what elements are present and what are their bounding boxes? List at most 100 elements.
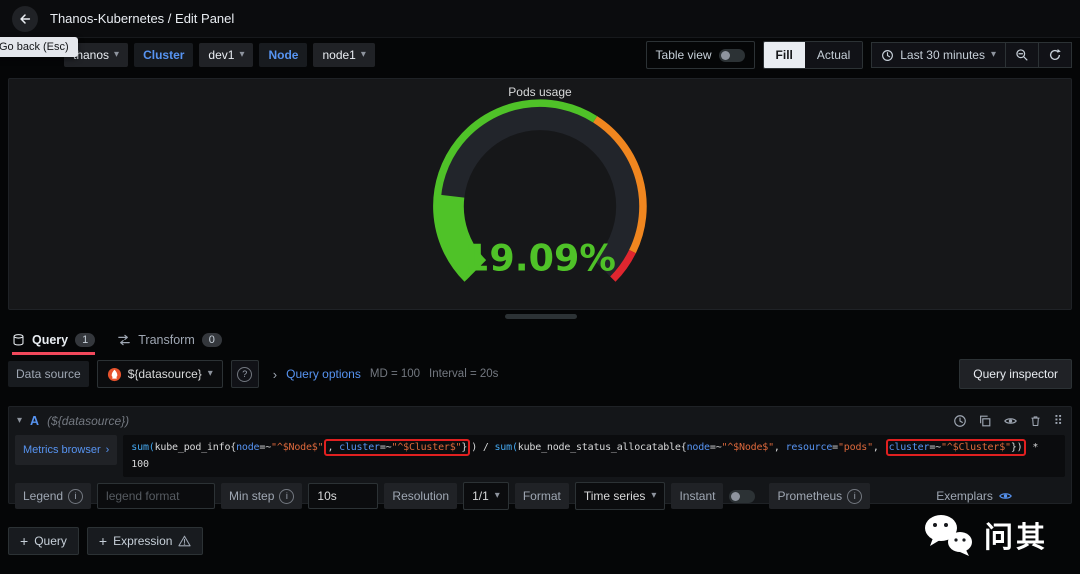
top-navbar: Thanos-Kubernetes / Edit Panel [0,0,1080,38]
duplicate-query-icon[interactable] [978,414,992,428]
tab-query[interactable]: Query 1 [12,326,95,354]
panel-title: Pods usage [9,79,1071,99]
wechat-watermark: 问其 [922,512,1048,558]
transform-arrows-icon [117,333,131,347]
info-circle-icon: i [68,489,83,504]
go-back-tooltip: Go back (Esc) [0,37,78,57]
chevron-down-icon: ▾ [208,369,213,379]
max-data-points-hint: MD = 100 [370,368,420,380]
gauge-container: 19.09% [9,99,1071,290]
chevron-down-icon: ▾ [651,491,656,501]
instant-label: Instant [671,483,723,509]
query-options-section: › Query options MD = 100 Interval = 20s [273,367,499,382]
delete-query-trash-icon[interactable] [1029,414,1042,428]
time-range-picker[interactable]: Last 30 minutes ▾ [871,42,1006,68]
add-query-label: Query [34,534,67,548]
prometheus-icon [107,367,122,382]
toggle-knob [721,51,730,60]
min-step-input[interactable] [308,483,378,509]
toggle-knob [731,492,740,501]
chevron-right-icon: › [273,367,277,382]
clock-icon [881,49,894,62]
cluster-variable-dropdown[interactable]: dev1 ▾ [199,43,253,67]
hide-query-eye-icon[interactable] [1003,414,1018,428]
watermark-text: 问其 [984,514,1048,556]
data-source-help-button[interactable]: ? [231,360,259,388]
node-variable-value: node1 [322,48,355,62]
arrow-left-icon [18,12,32,26]
refresh-button[interactable] [1038,42,1072,68]
time-range-value: Last 30 minutes [900,48,985,62]
tab-transform[interactable]: Transform 0 [117,326,222,354]
query-history-icon[interactable] [953,414,967,428]
panel-resize-handle[interactable] [505,314,577,319]
plus-icon: + [20,534,28,548]
exemplars-label-text: Exemplars [936,489,993,503]
exemplars-control: Exemplars [928,483,1021,509]
query-datasource-hint: (${datasource}) [47,414,129,428]
resolution-value: 1/1 [472,489,489,503]
chevron-right-icon: › [106,444,110,456]
time-range-controls: Last 30 minutes ▾ [871,42,1072,68]
query-options-toggle[interactable]: Query options [286,367,361,381]
page-title: Thanos-Kubernetes / Edit Panel [50,11,234,26]
datasource-variable-value: thanos [73,48,109,62]
chevron-down-icon: ▾ [239,50,244,60]
query-a-header: ▾ A (${datasource}) ⠿ [15,409,1065,433]
table-view-label: Table view [656,48,712,62]
format-value: Time series [584,489,646,503]
table-view-control: Table view [646,41,755,69]
resolution-select[interactable]: 1/1 ▾ [463,482,509,510]
cluster-variable-value: dev1 [208,48,234,62]
min-step-label-text: Min step [229,489,274,503]
interval-hint: Interval = 20s [429,368,498,380]
node-variable-dropdown[interactable]: node1 ▾ [313,43,374,67]
format-label: Format [515,483,569,509]
query-ref-id: A [30,414,39,428]
table-view-toggle[interactable] [719,49,745,62]
tab-query-count: 1 [75,333,95,347]
variables-toolbar: thanos ▾ Cluster dev1 ▾ Node node1 ▾ Tab… [8,41,1072,69]
tab-transform-count: 0 [202,333,222,347]
svg-text:19.09%: 19.09% [464,237,616,280]
tab-query-label: Query [32,333,68,347]
prometheus-label-text: Prometheus [777,489,842,503]
add-query-button[interactable]: + Query [8,527,79,555]
legend-label-text: Legend [23,489,63,503]
data-source-picker[interactable]: ${datasource} ▾ [97,360,223,388]
query-footer: + Query + Expression [8,527,203,555]
actual-mode-button[interactable]: Actual [805,42,862,68]
plus-icon: + [99,534,107,548]
format-select[interactable]: Time series ▾ [575,482,666,510]
wechat-icon [922,512,974,558]
back-button[interactable] [12,6,38,32]
refresh-icon [1048,48,1062,62]
query-toolbar: Data source ${datasource} ▾ ? › Query op… [8,360,1072,388]
node-variable-label: Node [259,43,307,67]
grafana-edit-panel-page: Thanos-Kubernetes / Edit Panel Go back (… [0,0,1080,574]
zoom-out-button[interactable] [1005,42,1039,68]
chevron-down-icon: ▾ [991,50,996,60]
promql-expression[interactable]: sum(kube_pod_info{node=~"^$Node$", clust… [123,435,1065,477]
add-expression-label: Expression [113,534,172,548]
fill-mode-button[interactable]: Fill [764,42,805,68]
query-a-actions: ⠿ [953,413,1063,429]
add-expression-button[interactable]: + Expression [87,527,204,555]
exemplars-eye-icon[interactable] [998,489,1013,503]
data-source-label: Data source [8,361,89,387]
database-icon [12,333,25,347]
query-expression-row: Metrics browser › sum(kube_pod_info{node… [15,435,1065,477]
prometheus-label: Prometheus i [769,483,870,509]
chevron-down-icon: ▾ [495,491,500,501]
legend-format-input[interactable] [97,483,215,509]
data-source-value: ${datasource} [128,367,202,381]
collapse-chevron-icon[interactable]: ▾ [17,416,22,426]
query-row-a: ▾ A (${datasource}) ⠿ [8,406,1072,504]
question-circle-icon: ? [237,367,252,382]
instant-toggle[interactable] [729,490,755,503]
min-step-label: Min step i [221,483,302,509]
metrics-browser-button[interactable]: Metrics browser › [15,435,117,465]
query-inspector-button[interactable]: Query inspector [959,359,1072,389]
info-circle-icon: i [847,489,862,504]
drag-handle-icon[interactable]: ⠿ [1053,413,1063,429]
